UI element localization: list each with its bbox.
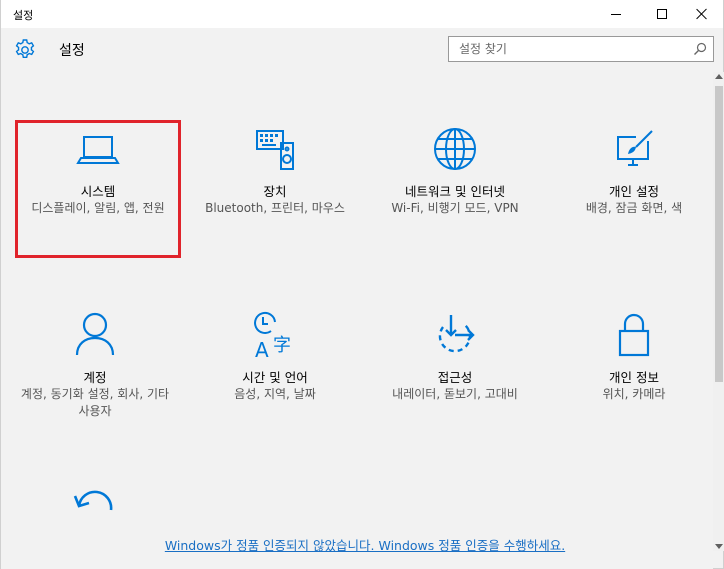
tile-name: 계정 [83, 370, 107, 385]
update-icon[interactable] [69, 484, 121, 524]
personalization-icon [617, 130, 653, 166]
gear-icon [15, 39, 35, 58]
tile-desc: Wi-Fi, 비행기 모드, VPN [391, 201, 519, 215]
search-input[interactable] [449, 37, 679, 61]
time-language-icon: A 字 [254, 312, 291, 361]
tile-name: 개인 설정 [609, 184, 659, 199]
minimize-button[interactable] [593, 0, 639, 28]
tile-desc: 음성, 지역, 날짜 [234, 387, 316, 401]
search-box[interactable] [448, 36, 714, 62]
tile-name: 접근성 [437, 370, 473, 385]
tile-desc: 내레이터, 돋보기, 고대비 [392, 387, 518, 401]
close-icon [696, 8, 708, 20]
window-title: 설정 [13, 9, 34, 22]
tile-time-language[interactable]: A 字 시간 및 언어 음성, 지역, 날짜 [195, 309, 355, 441]
svg-text:A: A [255, 338, 269, 361]
tile-desc: 디스플레이, 알림, 앱, 전원 [31, 201, 165, 215]
title-bar: 설정 [1, 0, 723, 28]
tile-accounts[interactable]: 계정 계정, 동기화 설정, 회사, 기타 사용자 [15, 309, 175, 441]
tile-desc: 위치, 카메라 [602, 387, 666, 401]
tile-desc: Bluetooth, 프린터, 마우스 [205, 201, 345, 215]
tile-name: 개인 정보 [609, 370, 659, 385]
page-header: 설정 [1, 28, 723, 72]
laptop-icon [76, 136, 120, 164]
globe-icon [434, 128, 476, 170]
maximize-icon [657, 9, 667, 19]
page-title: 설정 [59, 43, 85, 59]
tile-personalization[interactable]: 개인 설정 배경, 잠금 화면, 색 [554, 123, 714, 255]
tile-desc: 배경, 잠금 화면, 색 [585, 201, 683, 215]
scroll-thumb[interactable] [715, 86, 723, 382]
tile-system[interactable]: 시스템 디스플레이, 알림, 앱, 전원 [15, 120, 181, 258]
tile-name: 네트워크 및 인터넷 [405, 184, 505, 199]
search-icon[interactable] [693, 42, 707, 56]
vertical-scrollbar[interactable] [713, 72, 724, 551]
lock-icon [618, 313, 650, 357]
tile-network[interactable]: 네트워크 및 인터넷 Wi-Fi, 비행기 모드, VPN [375, 123, 535, 255]
tile-name: 장치 [263, 184, 287, 199]
tile-desc: 계정, 동기화 설정, 회사, 기타 사용자 [20, 387, 170, 418]
tile-ease-of-access[interactable]: 접근성 내레이터, 돋보기, 고대비 [375, 309, 535, 441]
svg-text:字: 字 [273, 335, 291, 356]
close-button[interactable] [679, 0, 724, 28]
ease-of-access-icon [438, 315, 475, 353]
tile-name: 시간 및 언어 [242, 370, 308, 385]
tile-name: 시스템 [80, 184, 116, 199]
tile-devices[interactable]: 장치 Bluetooth, 프린터, 마우스 [195, 123, 355, 255]
settings-window: 설정 설정 설정 찾기 시스템 디스플레이, 알림, 앱, 전원 장치 Blue… [0, 0, 724, 569]
minimize-icon [611, 13, 621, 15]
devices-icon [256, 130, 294, 170]
settings-grid: 시스템 디스플레이, 알림, 앱, 전원 장치 Bluetooth, 프린터, … [1, 72, 713, 569]
activation-link[interactable]: Windows가 정품 인증되지 않았습니다. Windows 정품 인증을 수… [1, 535, 724, 554]
tile-privacy[interactable]: 개인 정보 위치, 카메라 [554, 309, 714, 441]
scroll-up-icon[interactable] [715, 74, 723, 79]
person-icon [75, 312, 115, 356]
